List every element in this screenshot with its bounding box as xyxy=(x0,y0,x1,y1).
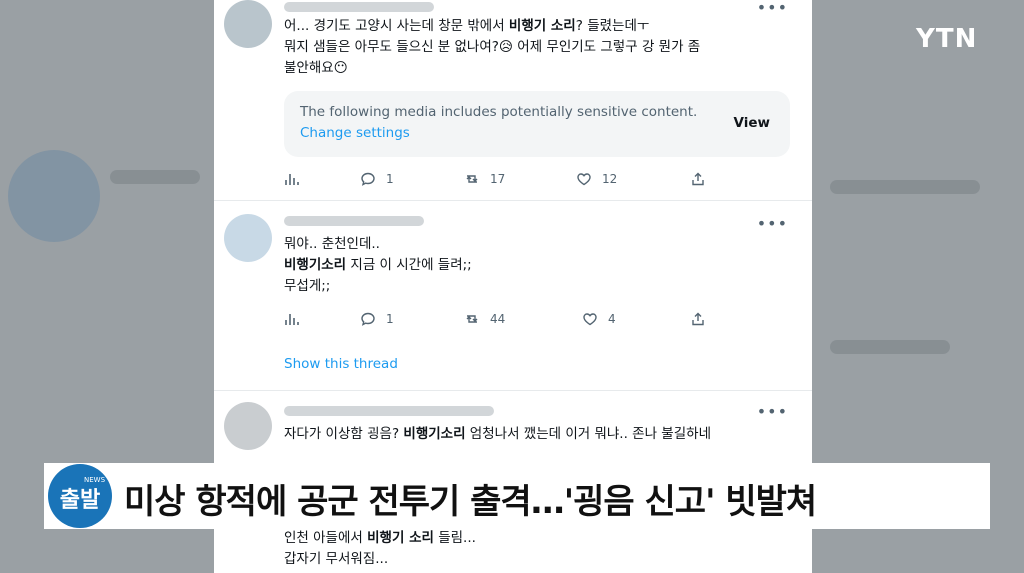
tweet-actions: 1 44 4 xyxy=(284,311,754,331)
tweet[interactable]: ••• 뭐야.. 춘천인데.. 비행기소리 지금 이 시간에 들려;; 무섭게;… xyxy=(214,200,812,391)
user-handle[interactable] xyxy=(284,406,494,416)
like-icon xyxy=(577,173,591,186)
retweet-count: 44 xyxy=(490,312,506,326)
tweet-text-partial: 인천 아들에서 비행기 소리 들림... 갑자기 무서워짐... xyxy=(284,530,476,567)
tweet-actions: 1 17 12 xyxy=(284,171,754,191)
change-settings-link[interactable]: Change settings xyxy=(300,125,410,141)
like-icon xyxy=(583,313,597,326)
analytics-icon[interactable] xyxy=(284,171,310,187)
like-button[interactable]: 12 xyxy=(576,171,617,187)
analytics-icon[interactable] xyxy=(284,311,310,327)
background-blur xyxy=(830,340,950,354)
avatar[interactable] xyxy=(224,0,272,48)
like-button[interactable]: 4 xyxy=(582,311,616,327)
retweet-button[interactable]: 44 xyxy=(464,311,505,327)
avatar[interactable] xyxy=(224,402,272,450)
broadcaster-logo: YTN xyxy=(916,24,978,54)
reply-button[interactable]: 1 xyxy=(360,171,394,187)
background-avatar xyxy=(8,150,100,242)
program-badge: NEWS 출발 xyxy=(48,464,112,528)
sensitive-media-notice: The following media includes potentially… xyxy=(284,91,790,157)
share-icon[interactable] xyxy=(690,171,716,187)
retweet-icon xyxy=(466,175,478,183)
badge-word: 출발 xyxy=(59,488,101,513)
retweet-button[interactable]: 17 xyxy=(464,171,505,187)
tweet-text: 뭐야.. 춘천인데.. 비행기소리 지금 이 시간에 들려;; 무섭게;; xyxy=(284,236,472,294)
reply-icon xyxy=(361,312,375,326)
background-blur xyxy=(830,180,980,194)
tweet-text: 어... 경기도 고양시 사는데 창문 밖에서 비행기 소리? 들렸는데ㅜ 뭐지… xyxy=(284,18,701,76)
user-handle[interactable] xyxy=(284,216,424,226)
share-icon[interactable] xyxy=(690,311,716,327)
news-caption-bar: NEWS 출발 미상 항적에 공군 전투기 출격…'굉음 신고' 빗발쳐 xyxy=(44,463,990,529)
tweet-text: 자다가 이상함 굉음? 비행기소리 엄청나서 깼는데 이거 뭐냐.. 존나 불길… xyxy=(284,426,711,442)
background-blur xyxy=(110,170,200,184)
more-icon[interactable]: ••• xyxy=(757,0,788,17)
like-count: 4 xyxy=(608,312,616,326)
reply-count: 1 xyxy=(386,172,394,186)
reply-icon xyxy=(361,172,375,186)
reply-button[interactable]: 1 xyxy=(360,311,394,327)
retweet-count: 17 xyxy=(490,172,506,186)
retweet-icon xyxy=(466,315,478,323)
like-count: 12 xyxy=(602,172,618,186)
reply-count: 1 xyxy=(386,312,394,326)
more-icon[interactable]: ••• xyxy=(757,214,788,233)
show-thread-link[interactable]: Show this thread xyxy=(284,356,398,372)
avatar[interactable] xyxy=(224,214,272,262)
user-handle[interactable] xyxy=(284,2,434,12)
headline: 미상 항적에 공군 전투기 출격…'굉음 신고' 빗발쳐 xyxy=(124,482,817,522)
tweet[interactable]: ••• 어... 경기도 고양시 사는데 창문 밖에서 비행기 소리? 들렸는데… xyxy=(214,0,812,201)
more-icon[interactable]: ••• xyxy=(757,402,788,421)
view-button[interactable]: View xyxy=(734,115,770,131)
media-notice-text: The following media includes potentially… xyxy=(300,104,698,120)
